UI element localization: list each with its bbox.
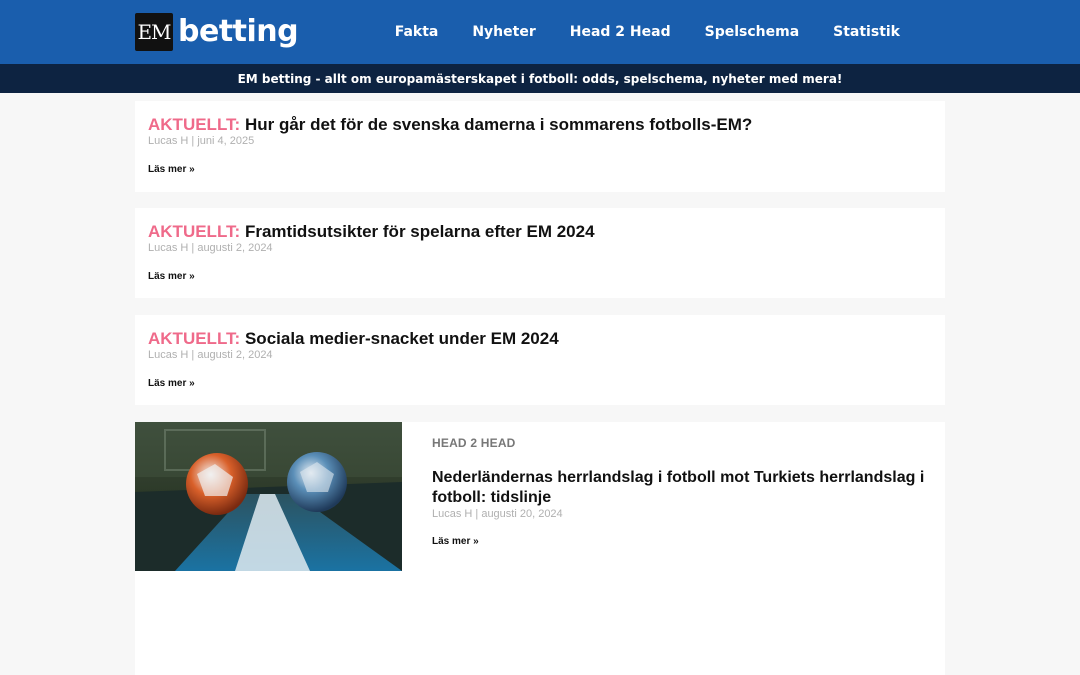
post-title-link[interactable]: AKTUELLT: Sociala medier-snacket under E… [148,329,559,349]
post-card: AKTUELLT: Framtidsutsikter för spelarna … [135,208,945,298]
logo-text: betting [178,14,299,49]
post-category[interactable]: HEAD 2 HEAD [432,436,516,450]
post-meta: Lucas H | juni 4, 2025 [148,135,255,147]
post-card: AKTUELLT: Hur går det för de svenska dam… [135,101,945,192]
tagline-bar: EM betting - allt om europamästerskapet … [0,64,1080,93]
featured-post: HEAD 2 HEAD Nederländernas herrlandslag … [135,422,945,675]
nav-item-head-2-head[interactable]: Head 2 Head [570,24,671,40]
read-more-link[interactable]: Läs mer » [148,378,195,389]
site-header: EM betting Fakta Nyheter Head 2 Head Spe… [0,0,1080,64]
nav-item-nyheter[interactable]: Nyheter [472,24,535,40]
main-nav: Fakta Nyheter Head 2 Head Spelschema Sta… [361,0,900,64]
post-tag: AKTUELLT: [148,329,241,348]
post-meta: Lucas H | augusti 2, 2024 [148,349,273,361]
post-tag: AKTUELLT: [148,115,241,134]
read-more-link[interactable]: Läs mer » [148,271,195,282]
post-title: Framtidsutsikter för spelarna efter EM 2… [244,222,595,241]
site-logo[interactable]: EM betting [135,13,299,51]
featured-post-title[interactable]: Nederländernas herrlandslag i fotboll mo… [432,468,932,508]
post-title: Sociala medier-snacket under EM 2024 [244,329,559,348]
post-title-link[interactable]: AKTUELLT: Framtidsutsikter för spelarna … [148,222,595,242]
read-more-link[interactable]: Läs mer » [148,164,195,175]
read-more-link[interactable]: Läs mer » [432,536,479,547]
nav-item-spelschema[interactable]: Spelschema [705,24,800,40]
post-title-link[interactable]: AKTUELLT: Hur går det för de svenska dam… [148,115,752,135]
post-tag: AKTUELLT: [148,222,241,241]
nav-item-fakta[interactable]: Fakta [395,24,439,40]
post-title: Hur går det för de svenska damerna i som… [244,115,753,134]
post-card: AKTUELLT: Sociala medier-snacket under E… [135,315,945,405]
nav-item-statistik[interactable]: Statistik [833,24,900,40]
two-footballs-on-pitch-image[interactable] [135,422,402,571]
logo-badge-text: EM [137,20,171,44]
post-meta: Lucas H | augusti 2, 2024 [148,242,273,254]
tagline-text: EM betting - allt om europamästerskapet … [237,71,843,86]
post-meta: Lucas H | augusti 20, 2024 [432,508,563,520]
logo-badge: EM [135,13,173,51]
